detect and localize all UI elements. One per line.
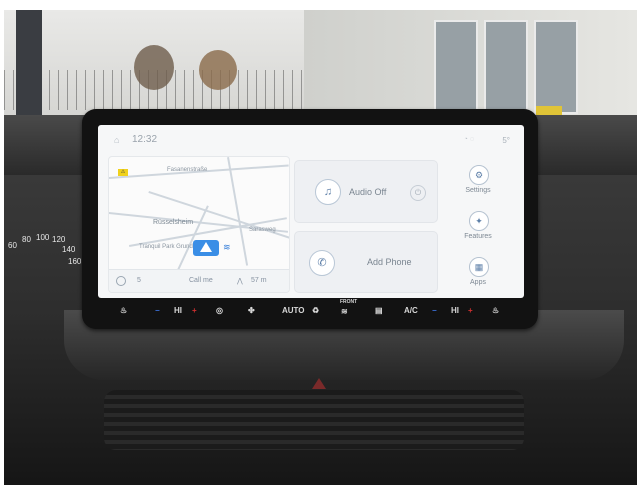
temp-up-right-icon[interactable]: + xyxy=(468,306,473,315)
nav-distance: 57 m xyxy=(251,277,267,284)
features-label: Features xyxy=(464,233,492,240)
map-street-label: Sarasweg xyxy=(249,227,276,233)
audio-label: Audio Off xyxy=(349,187,387,197)
current-location-icon xyxy=(193,240,219,256)
cluster-mark: 120 xyxy=(52,235,66,244)
seat-heat-right-icon[interactable]: ♨ xyxy=(492,306,499,315)
status-temperature: 5° xyxy=(502,136,510,145)
apps-button[interactable]: ▦ Apps xyxy=(448,257,508,297)
settings-button[interactable]: ⚙ Settings xyxy=(448,165,508,205)
climate-control-strip: ♨ − HI + ◎ ✤ AUTO ♻ FRONT ≋ ▤ A/C − HI +… xyxy=(40,299,600,321)
nav-left-value: 5 xyxy=(137,277,141,284)
tree xyxy=(134,45,174,90)
building-window xyxy=(434,20,478,114)
map-route-badge: ⚠ xyxy=(118,169,128,176)
temp-up-left-icon[interactable]: + xyxy=(192,306,197,315)
map-card[interactable]: ⚠ Fasanenstraße Tranquil Park Grund Rüss… xyxy=(108,156,290,293)
audio-tile[interactable]: ♫ Audio Off ⏻ xyxy=(294,160,438,223)
features-icon: ✦ xyxy=(469,211,489,231)
temp-down-left-icon[interactable]: − xyxy=(155,306,160,315)
phone-tile[interactable]: ✆ Add Phone xyxy=(294,231,438,293)
home-icon[interactable]: ⌂ xyxy=(114,135,119,145)
apps-label: Apps xyxy=(470,279,486,286)
cluster-mark: 100 xyxy=(36,233,50,242)
music-note-icon: ♫ xyxy=(315,179,341,205)
settings-label: Settings xyxy=(465,187,491,194)
tree xyxy=(199,50,237,90)
signal-icon: ◔ ◌ xyxy=(463,136,474,143)
cluster-mark: 160 xyxy=(68,257,82,266)
navigation-bar[interactable]: 5 Call me ⋀ 57 m xyxy=(109,269,289,292)
nav-call-label[interactable]: Call me xyxy=(189,277,213,284)
auto-button[interactable]: AUTO xyxy=(282,306,305,315)
air-vent xyxy=(104,390,524,450)
map-street-label: Fasanenstraße xyxy=(167,167,208,173)
phone-icon: ✆ xyxy=(309,250,335,276)
fan-icon[interactable]: ✤ xyxy=(248,306,255,315)
phone-label: Add Phone xyxy=(367,257,412,267)
right-temp: HI xyxy=(451,306,459,315)
rear-defrost-icon[interactable]: ▤ xyxy=(375,306,383,315)
route-icon: ⋀ xyxy=(237,278,243,285)
cluster-mark: 60 xyxy=(8,241,17,250)
steering-heat-icon[interactable]: ◎ xyxy=(216,306,223,315)
building-window xyxy=(534,20,578,114)
map-area-label: Rüsselsheim xyxy=(153,219,194,226)
front-label: FRONT xyxy=(340,299,358,305)
apps-icon: ▦ xyxy=(469,257,489,277)
a-pillar xyxy=(16,10,42,125)
temp-down-right-icon[interactable]: − xyxy=(432,306,437,315)
cluster-mark: 140 xyxy=(62,245,76,254)
recirculation-icon[interactable]: ♻ xyxy=(312,306,319,315)
seat-heat-left-icon[interactable]: ♨ xyxy=(120,306,127,315)
map-street-label: Tranquil Park Grund xyxy=(139,244,193,250)
ac-button[interactable]: A/C xyxy=(404,306,418,315)
settings-icon: ⚙ xyxy=(469,165,489,185)
power-icon[interactable]: ⏻ xyxy=(410,185,426,201)
hazard-button[interactable] xyxy=(312,378,326,389)
compass-icon[interactable] xyxy=(116,276,126,286)
status-time: 12:32 xyxy=(132,134,158,145)
front-defrost-icon[interactable]: ≋ xyxy=(341,307,348,316)
guidance-audio-icon[interactable]: ≋ xyxy=(223,242,231,253)
building-window xyxy=(484,20,528,114)
left-temp: HI xyxy=(174,306,182,315)
instrument-cluster: 60 80 100 120 140 160 xyxy=(4,225,84,285)
infotainment-screen: ⌂ 12:32 ◔ ◌ 5° ⚠ Fasanenstraße Tranquil … xyxy=(98,125,524,298)
cluster-mark: 80 xyxy=(22,235,31,244)
features-button[interactable]: ✦ Features xyxy=(448,211,508,251)
